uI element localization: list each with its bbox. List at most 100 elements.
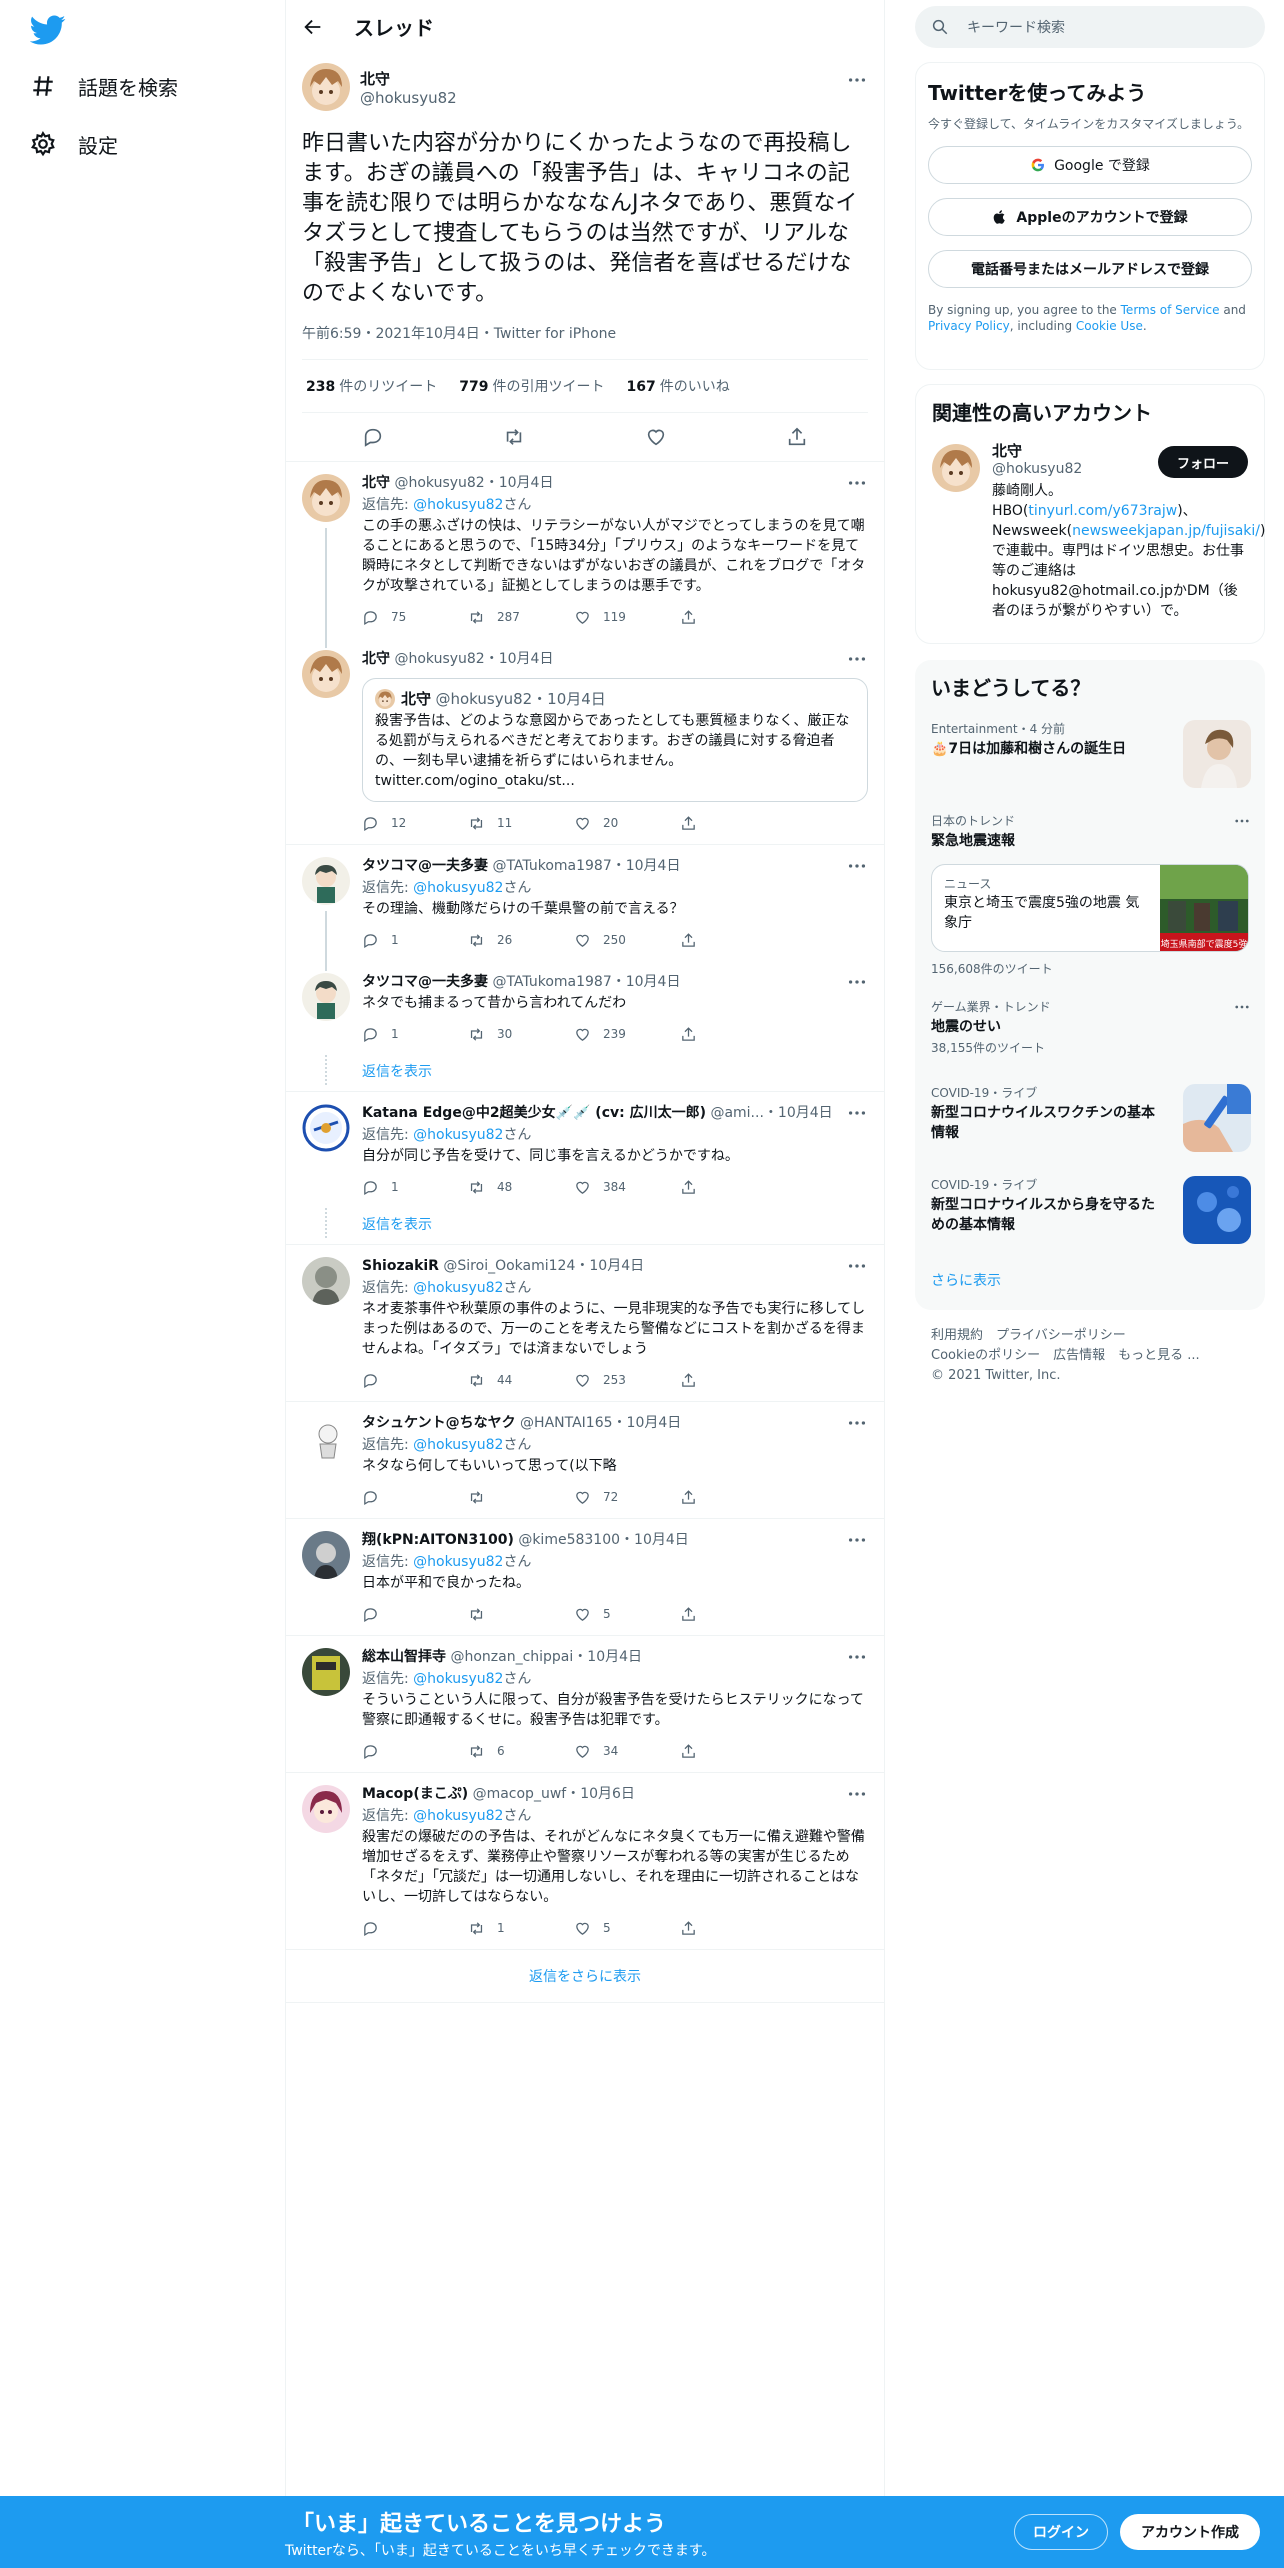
google-signup-button[interactable]: Google で登録 [928, 146, 1252, 184]
nav-explore[interactable]: 話題を検索 [30, 66, 178, 106]
more-icon[interactable] [846, 1102, 868, 1124]
reply-to-handle[interactable]: @hokusyu82 [413, 1554, 503, 1570]
reply-tweet[interactable]: タシュケント@ちなヤク @HANTAI165・10月4日 返信先: @hokusy… [286, 1402, 884, 1519]
reply-button[interactable] [362, 1743, 468, 1760]
reply-button[interactable] [362, 1920, 468, 1937]
reply-to-handle[interactable]: @hokusyu82 [413, 1437, 503, 1453]
reply-button[interactable]: 1 [362, 932, 468, 949]
retweet-button[interactable]: 287 [468, 609, 574, 626]
share-button[interactable] [680, 1743, 709, 1760]
author-handle[interactable]: @macop_uwf [473, 1786, 567, 1802]
tweet-date[interactable]: ・10月4日 [485, 475, 554, 491]
author-name[interactable]: 北守 [360, 68, 457, 89]
author-name[interactable]: 総本山智拝寺 [362, 1649, 446, 1665]
author-name[interactable]: 北守 [362, 475, 390, 491]
reply-tweet[interactable]: Macop(まこぷ) @macop_uwf・10月6日 返信先: @hokusyu… [286, 1773, 884, 1950]
reply-tweet[interactable]: タツコマ@一夫多妻 @TATukoma1987・10月4日 返信先: @hokus… [286, 845, 884, 971]
terms-link[interactable]: Terms of Service [1121, 303, 1220, 317]
like-button[interactable]: 34 [574, 1743, 680, 1760]
author-name[interactable]: ShiozakiR [362, 1258, 439, 1274]
more-icon[interactable] [1233, 812, 1251, 830]
share-icon[interactable] [786, 426, 808, 448]
more-icon[interactable] [846, 69, 868, 91]
more-icon[interactable] [846, 1646, 868, 1668]
avatar[interactable] [302, 1648, 350, 1696]
reply-tweet[interactable]: ShiozakiR @Siroi_Ookami124・10月4日 返信先: @ho… [286, 1245, 884, 1402]
news-card[interactable]: ニュース 東京と埼玉で震度5強の地震 気象庁 埼玉県南部で震度5強 [931, 864, 1249, 952]
bio-link-hbo[interactable]: tinyurl.com/y673rajw [1028, 503, 1177, 519]
more-icon[interactable] [846, 971, 868, 993]
reply-to-handle[interactable]: @hokusyu82 [413, 1671, 503, 1687]
show-more-replies-button[interactable]: 返信をさらに表示 [286, 1950, 884, 2003]
reply-to-handle[interactable]: @hokusyu82 [413, 1808, 503, 1824]
reply-to-handle[interactable]: @hokusyu82 [413, 1127, 503, 1143]
more-icon[interactable] [846, 472, 868, 494]
login-button[interactable]: ログイン [1014, 2514, 1108, 2550]
share-button[interactable] [680, 1606, 709, 1623]
quote-link[interactable]: twitter.com/ogino_otaku/st... [375, 771, 855, 791]
author-name[interactable]: Katana Edge@中2超美少女💉💉 (cv: 広川太一郎) [362, 1105, 706, 1121]
cookie-link[interactable]: Cookie Use [1076, 319, 1143, 333]
avatar[interactable] [302, 973, 350, 1021]
tweet-date[interactable]: ・10月4日 [575, 1258, 644, 1274]
tweet-timestamp[interactable]: 午前6:59・2021年10月4日・Twitter for iPhone [302, 323, 868, 360]
reply-tweet[interactable]: 総本山智拝寺 @honzan_chippai・10月4日 返信先: @hokusy… [286, 1636, 884, 1773]
signup-button[interactable]: アカウント作成 [1120, 2514, 1260, 2550]
avatar[interactable] [302, 650, 350, 698]
quote-count[interactable]: 779 件の引用ツイート [459, 376, 604, 396]
retweet-button[interactable]: 6 [468, 1743, 574, 1760]
avatar[interactable] [302, 474, 350, 522]
retweet-icon[interactable] [503, 426, 525, 448]
reply-to-handle[interactable]: @hokusyu82 [413, 497, 503, 513]
nav-settings[interactable]: 設定 [30, 124, 118, 164]
share-button[interactable] [680, 932, 709, 949]
like-button[interactable]: 5 [574, 1606, 680, 1623]
like-button[interactable]: 253 [574, 1372, 680, 1389]
retweet-button[interactable] [468, 1489, 574, 1506]
author-handle[interactable]: @TATukoma1987 [492, 858, 611, 874]
reply-button[interactable] [362, 1372, 468, 1389]
reply-button[interactable]: 75 [362, 609, 468, 626]
like-button[interactable]: 119 [574, 609, 680, 626]
heart-icon[interactable] [645, 426, 667, 448]
retweet-count[interactable]: 238 件のリツイート [306, 376, 437, 396]
reply-to-handle[interactable]: @hokusyu82 [413, 880, 503, 896]
back-arrow-icon[interactable] [302, 16, 324, 38]
reply-button[interactable]: 1 [362, 1026, 468, 1043]
like-button[interactable]: 384 [574, 1179, 680, 1196]
avatar[interactable] [932, 444, 980, 492]
author-handle[interactable]: @hokusyu82 [394, 475, 484, 491]
retweet-button[interactable]: 48 [468, 1179, 574, 1196]
tweet-date[interactable]: ・10月4日 [573, 1649, 642, 1665]
reply-tweet[interactable]: 翔(kPN:AITON3100) @kime583100・10月4日 返信先: @… [286, 1519, 884, 1636]
share-button[interactable] [680, 1489, 709, 1506]
avatar[interactable] [302, 1257, 350, 1305]
tweet-date[interactable]: ・10月4日 [613, 1415, 682, 1431]
related-account[interactable]: 北守 @hokusyu82 フォロー 藤崎剛人。 HBO(tinyurl.com/… [932, 440, 1265, 621]
author-handle[interactable]: @HANTAI165 [520, 1415, 612, 1431]
show-replies-link[interactable]: 返信を表示 [286, 1208, 884, 1245]
retweet-button[interactable]: 44 [468, 1372, 574, 1389]
tweet-date[interactable]: ・10月4日 [485, 651, 554, 667]
author-name[interactable]: 翔(kPN:AITON3100) [362, 1532, 514, 1548]
author-name[interactable]: タシュケント@ちなヤク [362, 1415, 516, 1431]
author-name[interactable]: 北守 [362, 651, 390, 667]
author-name[interactable]: タツコマ@一夫多妻 [362, 974, 488, 990]
like-button[interactable]: 239 [574, 1026, 680, 1043]
more-icon[interactable] [846, 1412, 868, 1434]
share-button[interactable] [680, 1179, 709, 1196]
share-button[interactable] [680, 609, 709, 626]
follow-button[interactable]: フォロー [1158, 446, 1248, 478]
reply-button[interactable]: 12 [362, 815, 468, 832]
more-icon[interactable] [846, 1255, 868, 1277]
tweet-date[interactable]: ・10月4日 [620, 1532, 689, 1548]
reply-to-handle[interactable]: @hokusyu82 [413, 1280, 503, 1296]
reply-button[interactable] [362, 1606, 468, 1623]
trend-item[interactable]: 日本のトレンド 緊急地震速報 [931, 812, 1251, 851]
trend-item[interactable]: ゲーム業界・トレンド 地震のせい 38,155件のツイート [931, 998, 1251, 1056]
like-count[interactable]: 167 件のいいね [626, 376, 729, 396]
like-button[interactable]: 72 [574, 1489, 680, 1506]
trends-show-more[interactable]: さらに表示 [931, 1270, 1001, 1290]
more-icon[interactable] [846, 1529, 868, 1551]
share-button[interactable] [680, 1026, 709, 1043]
